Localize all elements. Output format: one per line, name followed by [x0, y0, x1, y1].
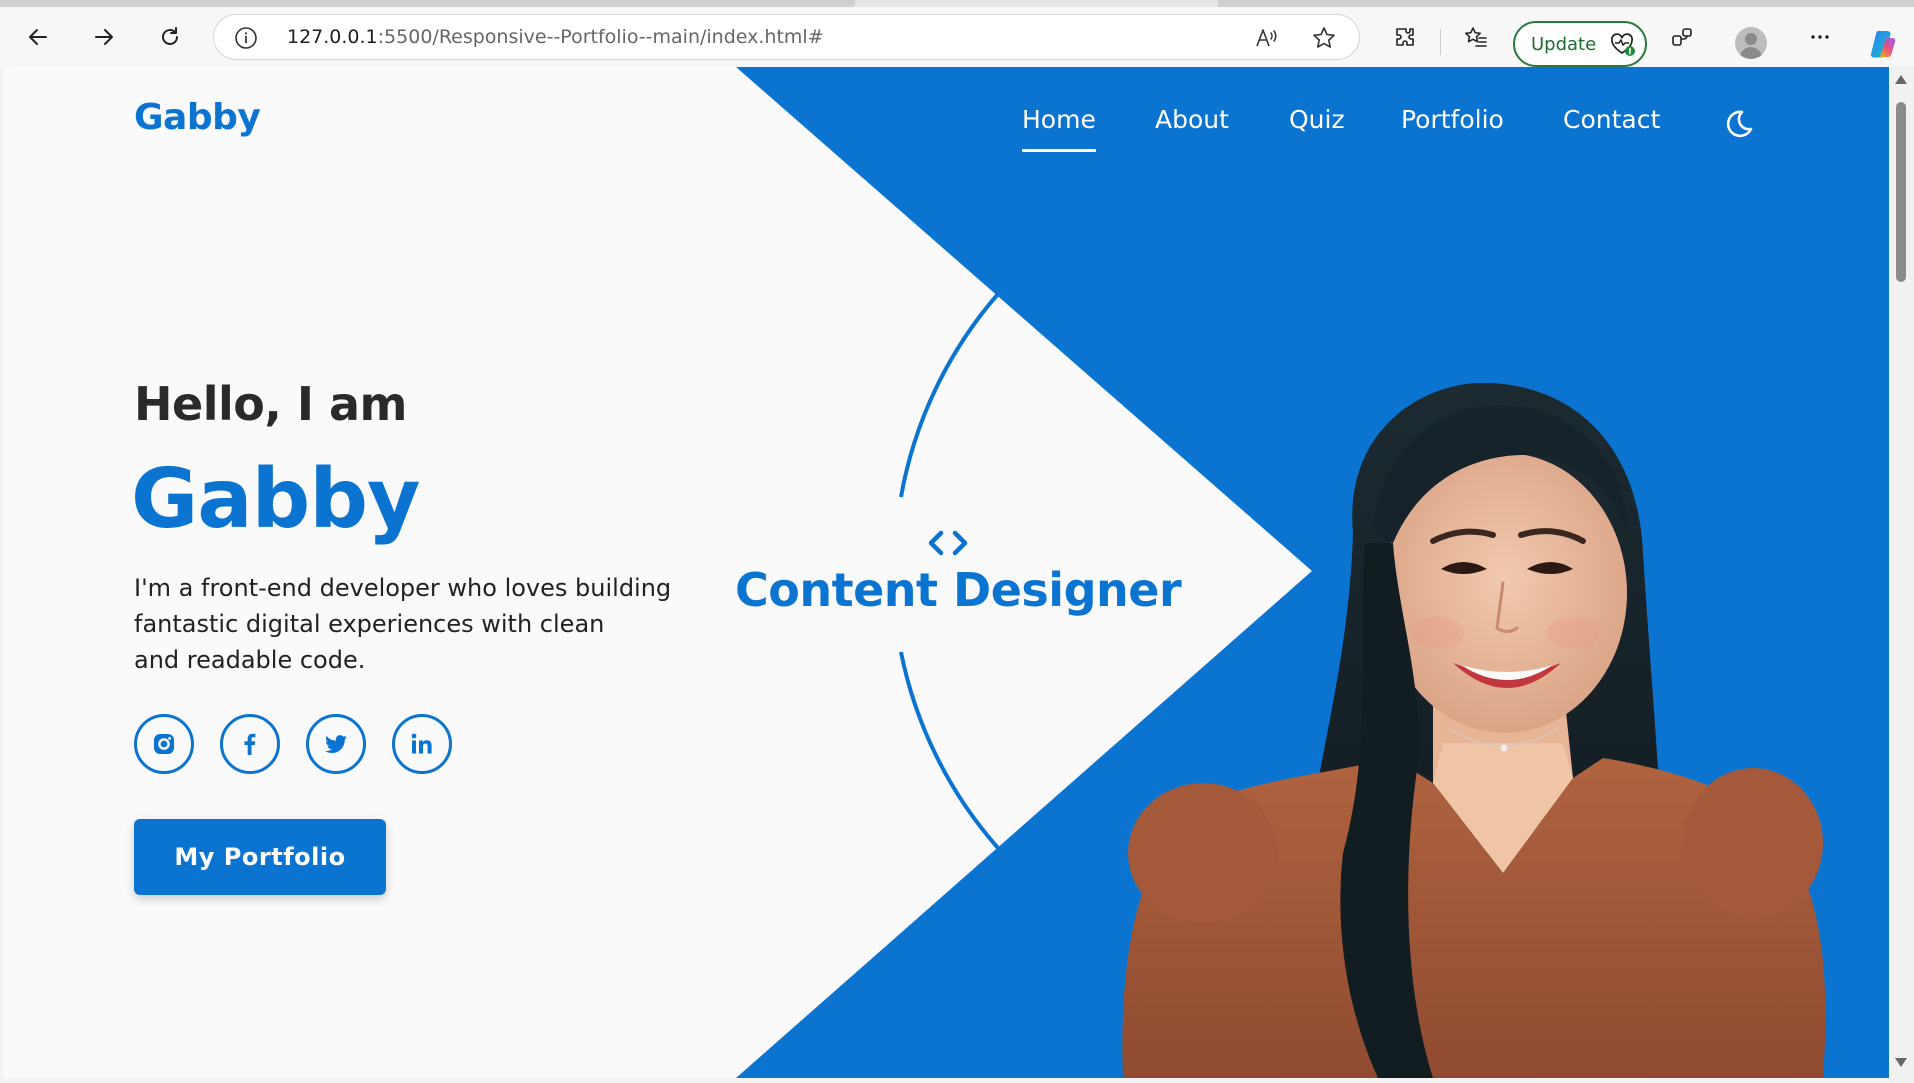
- back-button[interactable]: [20, 19, 56, 55]
- favorite-star-icon[interactable]: [1311, 25, 1337, 51]
- hero-greeting: Hello, I am: [134, 377, 407, 431]
- browser-toolbar: 127.0.0.1:5500/Responsive--Portfolio--ma…: [0, 7, 1914, 67]
- extensions-icon: [1396, 28, 1414, 46]
- twitter-link[interactable]: [306, 714, 366, 774]
- intro-line: and readable code.: [134, 646, 366, 674]
- moon-icon[interactable]: [1721, 107, 1755, 141]
- linkedin-link[interactable]: [392, 714, 452, 774]
- refresh-icon: [162, 27, 178, 45]
- nav-contact[interactable]: Contact: [1563, 105, 1660, 134]
- read-aloud-icon[interactable]: [1254, 25, 1280, 51]
- arc-bottom: [899, 651, 1000, 850]
- hero-name: Gabby: [131, 452, 420, 547]
- extensions-button[interactable]: [1387, 19, 1423, 55]
- site-logo[interactable]: Gabby: [134, 97, 261, 138]
- address-bar[interactable]: 127.0.0.1:5500/Responsive--Portfolio--ma…: [213, 14, 1360, 60]
- twitter-icon: [325, 735, 347, 754]
- intro-line: fantastic digital experiences with clean: [134, 610, 605, 638]
- facebook-link[interactable]: [220, 714, 280, 774]
- toolbar-divider: [1440, 29, 1441, 55]
- tab-strip: [0, 0, 1914, 7]
- forward-icon: [95, 29, 113, 45]
- info-icon[interactable]: [234, 26, 258, 50]
- browser-essentials-icon: [1672, 28, 1692, 46]
- instagram-icon: [154, 734, 174, 754]
- profile-photo: [1122, 383, 1826, 1078]
- code-icon: [928, 530, 968, 556]
- favorites-icon: [1465, 27, 1487, 47]
- back-icon: [29, 29, 47, 45]
- active-tab[interactable]: [0, 0, 855, 7]
- url-host: 127.0.0.1: [287, 26, 378, 48]
- page-scrollbar[interactable]: [1889, 67, 1914, 1083]
- inactive-tab[interactable]: [1218, 0, 1914, 7]
- more-button[interactable]: [1802, 19, 1838, 55]
- nav-portfolio[interactable]: Portfolio: [1401, 105, 1504, 134]
- linkedin-icon: [411, 733, 432, 754]
- scroll-up-arrow[interactable]: [1895, 75, 1907, 84]
- scroll-down-arrow[interactable]: [1895, 1058, 1907, 1067]
- forward-button[interactable]: [86, 19, 122, 55]
- favorites-button[interactable]: [1458, 19, 1494, 55]
- copilot-icon[interactable]: [1868, 28, 1900, 60]
- nav-quiz[interactable]: Quiz: [1289, 105, 1345, 134]
- url-text[interactable]: 127.0.0.1:5500/Responsive--Portfolio--ma…: [287, 26, 824, 48]
- more-icon: [1811, 35, 1829, 39]
- update-button[interactable]: Update: [1513, 21, 1647, 67]
- scroll-thumb[interactable]: [1896, 102, 1906, 282]
- my-portfolio-button[interactable]: My Portfolio: [134, 819, 386, 895]
- browser-essentials-button[interactable]: [1664, 19, 1700, 55]
- update-label: Update: [1531, 33, 1597, 55]
- arc-top: [899, 292, 1000, 498]
- profile-avatar-icon[interactable]: [1735, 27, 1767, 59]
- intro-line: I'm a front-end developer who loves buil…: [134, 574, 672, 602]
- page-viewport: Gabby Home About Quiz Portfolio Contact …: [3, 67, 1889, 1078]
- refresh-button[interactable]: [152, 19, 188, 55]
- instagram-link[interactable]: [134, 714, 194, 774]
- facebook-icon: [244, 733, 256, 755]
- update-heart-icon: [1611, 33, 1636, 56]
- nav-home[interactable]: Home: [1022, 105, 1096, 152]
- hero-intro: I'm a front-end developer who loves buil…: [134, 570, 694, 678]
- nav-about[interactable]: About: [1155, 105, 1229, 134]
- url-path: :5500/Responsive--Portfolio--main/index.…: [377, 26, 824, 48]
